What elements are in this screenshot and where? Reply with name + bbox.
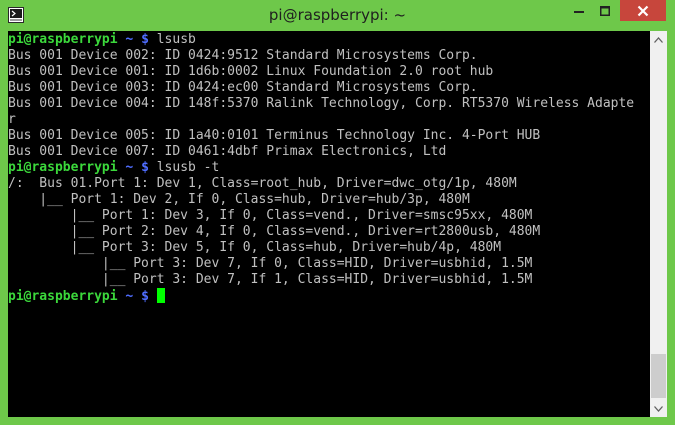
scroll-down-button[interactable] <box>650 400 667 417</box>
prompt-symbol: $ <box>141 32 149 47</box>
terminal-output[interactable]: pi@raspberrypi ~ $ lsusb Bus 001 Device 0… <box>8 31 650 417</box>
close-icon <box>637 5 649 16</box>
output-line: Bus 001 Device 004: ID 148f:5370 Ralink … <box>8 96 635 111</box>
output-line: |__ Port 2: Dev 4, If 0, Class=vend., Dr… <box>8 224 541 239</box>
title-bar[interactable]: pi@raspberrypi: ~ <box>0 0 675 31</box>
scroll-up-arrow-icon <box>654 36 663 43</box>
output-line: Bus 001 Device 003: ID 0424:ec00 Standar… <box>8 80 478 95</box>
prompt-path: ~ <box>125 289 134 304</box>
terminal-lines: pi@raspberrypi ~ $ lsusb Bus 001 Device 0… <box>8 32 634 304</box>
scroll-thumb[interactable] <box>651 354 666 398</box>
prompt-line: pi@raspberrypi ~ $ lsusb <box>8 32 634 48</box>
prompt-path: ~ <box>125 160 134 175</box>
prompt-user-host: pi@raspberrypi <box>8 160 118 175</box>
output-line: Bus 001 Device 001: ID 1d6b:0002 Linux F… <box>8 64 494 79</box>
text-cursor <box>156 288 165 303</box>
output-line: |__ Port 3: Dev 7, If 1, Class=HID, Driv… <box>8 272 533 287</box>
output-line: |__ Port 3: Dev 7, If 0, Class=HID, Driv… <box>8 256 533 271</box>
command-text: lsusb <box>156 32 196 47</box>
terminal-window: pi@raspberrypi: ~ pi@raspberrypi ~ $ lsu… <box>0 0 675 425</box>
prompt-user-host: pi@raspberrypi <box>8 289 118 304</box>
output-line: |__ Port 3: Dev 5, If 0, Class=hub, Driv… <box>8 240 502 255</box>
close-button[interactable] <box>620 0 666 21</box>
prompt-line: pi@raspberrypi ~ $ lsusb -t <box>8 160 634 176</box>
output-line: |__ Port 1: Dev 3, If 0, Class=vend., Dr… <box>8 208 533 223</box>
maximize-icon <box>600 5 610 16</box>
output-line: Bus 001 Device 005: ID 1a40:0101 Terminu… <box>8 128 541 143</box>
prompt-user-host: pi@raspberrypi <box>8 32 118 47</box>
output-line: Bus 001 Device 002: ID 0424:9512 Standar… <box>8 48 478 63</box>
minimize-icon <box>574 10 584 13</box>
prompt-path: ~ <box>125 32 134 47</box>
output-line: /: Bus 01.Port 1: Dev 1, Class=root_hub,… <box>8 176 517 191</box>
minimize-button[interactable] <box>566 0 592 21</box>
maximize-button[interactable] <box>592 0 618 21</box>
prompt-line: pi@raspberrypi ~ $ <box>8 288 634 304</box>
prompt-symbol: $ <box>141 289 149 304</box>
command-text: lsusb -t <box>156 160 220 175</box>
output-line: r <box>8 112 16 127</box>
output-line: |__ Port 1: Dev 2, If 0, Class=hub, Driv… <box>8 192 470 207</box>
prompt-symbol: $ <box>141 160 149 175</box>
vertical-scrollbar[interactable] <box>650 31 667 417</box>
scroll-up-button[interactable] <box>650 31 667 48</box>
output-line: Bus 001 Device 007: ID 0461:4dbf Primax … <box>8 144 447 159</box>
scroll-down-arrow-icon <box>654 405 663 412</box>
